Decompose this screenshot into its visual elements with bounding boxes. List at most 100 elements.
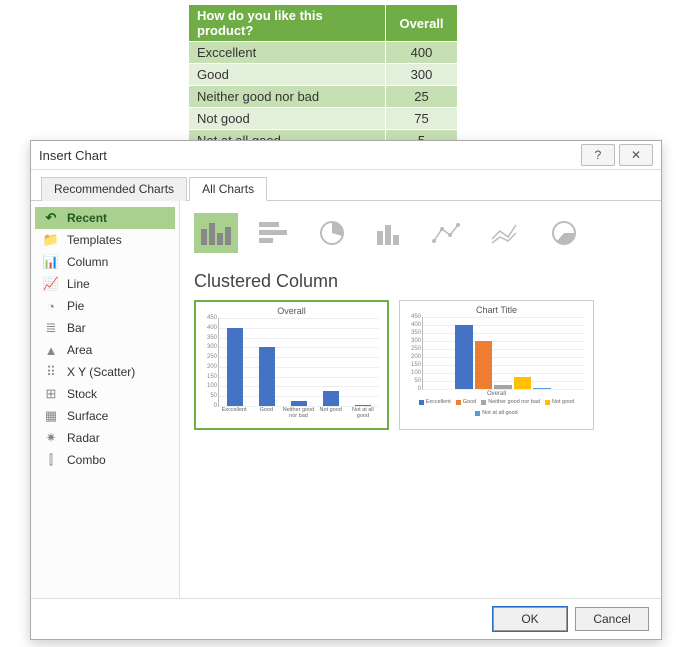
ytick: 100 (201, 383, 217, 389)
legend-label: Neither good nor bad (488, 399, 540, 405)
chart-preview-1-area: 050100150200250300350400450 (218, 318, 379, 407)
legend-swatch (475, 411, 480, 416)
pie-icon: ◔ (43, 298, 59, 314)
area-icon: ▲ (43, 342, 59, 358)
ytick: 200 (201, 364, 217, 370)
sidebar-item-label: Line (67, 277, 90, 291)
table-cell-label: Good (189, 64, 386, 86)
ok-button[interactable]: OK (493, 607, 567, 631)
line-icon: 📈 (43, 276, 59, 292)
subtype-clustered-bar-icon[interactable] (252, 213, 296, 253)
chart-preview-1[interactable]: Overall 050100150200250300350400450 Excc… (194, 300, 389, 430)
sidebar-item-stock[interactable]: ⊞ Stock (35, 383, 175, 405)
dialog-titlebar: Insert Chart ? ✕ (31, 141, 661, 170)
table-row: Exccellent400 (189, 42, 458, 64)
sidebar-item-line[interactable]: 📈 Line (35, 273, 175, 295)
sidebar-item-radar[interactable]: ✷Radar (35, 427, 175, 449)
chart-bar (475, 341, 492, 389)
legend-swatch (419, 400, 424, 405)
chart-bar (291, 401, 307, 406)
sidebar-item-area[interactable]: ▲ Area (35, 339, 175, 361)
subtype-line-markers-icon[interactable] (426, 213, 470, 253)
chart-bar (355, 405, 371, 406)
xlabel: Exccellent (218, 407, 250, 419)
legend-label: Not at all good (482, 410, 517, 416)
table-cell-value: 400 (386, 42, 458, 64)
ytick: 250 (405, 346, 421, 352)
ytick: 300 (201, 344, 217, 350)
chart-preview-2[interactable]: Chart Title 050100150200250300350400450 … (399, 300, 594, 430)
legend-label: Not good (552, 399, 574, 405)
chart-bar (455, 325, 472, 389)
ytick: 450 (201, 315, 217, 321)
insert-chart-dialog: Insert Chart ? ✕ Recommended Charts All … (30, 140, 662, 640)
sidebar-item-templates[interactable]: 📁 Templates (35, 229, 175, 251)
table-row: Good300 (189, 64, 458, 86)
sidebar-item-combo[interactable]: ⫿Combo (35, 449, 175, 471)
table-row: Neither good nor bad25 (189, 86, 458, 108)
sidebar-item-recent[interactable]: ↶Recent (35, 207, 175, 229)
ytick: 0 (405, 386, 421, 392)
sidebar-item-pie[interactable]: ◔ Pie (35, 295, 175, 317)
sidebar-item-surface[interactable]: ▦ Surface (35, 405, 175, 427)
chart-bar (494, 385, 511, 389)
subtype-clustered-column-icon[interactable] (194, 213, 238, 253)
sidebar-item-label: Templates (67, 233, 122, 247)
chart-bar (323, 391, 339, 406)
ytick: 50 (405, 378, 421, 384)
sidebar-item-label: Bar (67, 321, 86, 335)
table-cell-value: 300 (386, 64, 458, 86)
legend-swatch (545, 400, 550, 405)
ytick: 350 (201, 335, 217, 341)
table-cell-label: Neither good nor bad (189, 86, 386, 108)
ytick: 50 (201, 393, 217, 399)
ytick: 100 (405, 370, 421, 376)
stock-icon: ⊞ (43, 386, 59, 402)
sidebar-item-label: Area (67, 343, 92, 357)
column-icon: 📊 (43, 254, 59, 270)
sidebar-item-label: Column (67, 255, 108, 269)
ytick: 300 (405, 338, 421, 344)
sidebar-item-label: Stock (67, 387, 97, 401)
dialog-title: Insert Chart (39, 148, 577, 163)
table-header-value: Overall (386, 5, 458, 42)
table-header-question: How do you like this product? (189, 5, 386, 42)
tab-recommended-charts[interactable]: Recommended Charts (41, 177, 187, 201)
ytick: 200 (405, 354, 421, 360)
templates-icon: 📁 (43, 232, 59, 248)
subtype-combo-column-icon[interactable] (368, 213, 412, 253)
sidebar-item-label: Pie (67, 299, 84, 313)
subtype-pie2-icon[interactable] (542, 213, 586, 253)
table-cell-value: 25 (386, 86, 458, 108)
legend-swatch (481, 400, 486, 405)
sidebar-item-x-y-scatter-[interactable]: ⠿X Y (Scatter) (35, 361, 175, 383)
tab-all-charts[interactable]: All Charts (189, 177, 267, 201)
subtype-line-icon[interactable] (484, 213, 528, 253)
sidebar-item-label: Surface (67, 409, 108, 423)
ytick: 0 (201, 403, 217, 409)
surface-icon: ▦ (43, 408, 59, 424)
legend-swatch (456, 400, 461, 405)
ytick: 250 (201, 354, 217, 360)
chart-main-panel: Clustered Column Overall 050100150200250… (180, 201, 661, 598)
sidebar-item-label: Recent (67, 211, 107, 225)
subtype-pie-icon[interactable] (310, 213, 354, 253)
cancel-button[interactable]: Cancel (575, 607, 649, 631)
dialog-tabstrip: Recommended Charts All Charts (31, 170, 661, 201)
chart-preview-2-xaxis: Overall (404, 391, 589, 397)
table-cell-value: 75 (386, 108, 458, 130)
radar-icon: ✷ (43, 430, 59, 446)
legend-item: Good (456, 399, 476, 405)
close-button[interactable]: ✕ (619, 144, 653, 166)
chart-preview-2-title: Chart Title (404, 305, 589, 315)
xlabel: Not at all good (347, 407, 379, 419)
legend-item: Exccellent (419, 399, 451, 405)
chart-bar (514, 377, 531, 389)
chart-preview-2-legend: Exccellent Good Neither good nor bad Not go… (404, 399, 589, 416)
help-button[interactable]: ? (581, 144, 615, 166)
sidebar-item-bar[interactable]: ≣Bar (35, 317, 175, 339)
sidebar-item-column[interactable]: 📊 Column (35, 251, 175, 273)
chart-bar (259, 347, 275, 406)
legend-item: Not at all good (475, 410, 517, 416)
xlabel: Not good (315, 407, 347, 419)
